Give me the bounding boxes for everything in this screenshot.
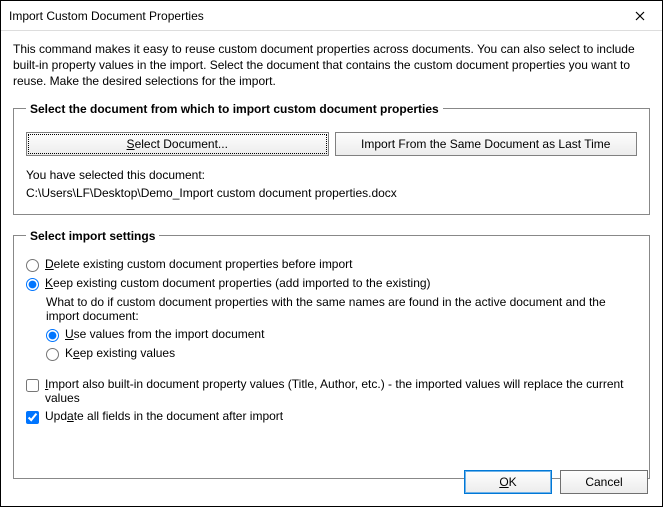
radio-use-import-values[interactable]: Use values from the import document bbox=[46, 327, 637, 342]
radio-keep-existing-input[interactable] bbox=[26, 278, 39, 291]
select-document-button[interactable]: Select Document... bbox=[26, 132, 329, 156]
intro-text: This command makes it easy to reuse cust… bbox=[13, 41, 650, 90]
import-same-document-button[interactable]: Import From the Same Document as Last Ti… bbox=[335, 132, 638, 156]
import-same-document-label: Import From the Same Document as Last Ti… bbox=[361, 137, 610, 151]
radio-use-import-values-input[interactable] bbox=[46, 329, 59, 342]
sub-question-text: What to do if custom document properties… bbox=[46, 295, 637, 323]
checkbox-import-builtin-input[interactable] bbox=[26, 379, 39, 392]
ok-button[interactable]: OK bbox=[464, 470, 552, 494]
checkbox-import-builtin[interactable]: Import also built-in document property v… bbox=[26, 377, 637, 405]
select-document-label: Select Document... bbox=[127, 137, 228, 151]
radio-keep-existing-values[interactable]: Keep existing values bbox=[46, 346, 637, 361]
titlebar: Import Custom Document Properties bbox=[1, 1, 662, 31]
close-icon bbox=[635, 11, 645, 21]
group-select-document: Select the document from which to import… bbox=[13, 102, 650, 215]
group-import-settings: Select import settings Delete existing c… bbox=[13, 229, 650, 479]
selected-document-path: C:\Users\LF\Desktop\Demo_Import custom d… bbox=[26, 184, 637, 202]
checkbox-update-fields[interactable]: Update all fields in the document after … bbox=[26, 409, 637, 424]
window-title: Import Custom Document Properties bbox=[9, 9, 618, 23]
radio-delete-existing[interactable]: Delete existing custom document properti… bbox=[26, 257, 637, 272]
selected-document-prefix: You have selected this document: bbox=[26, 166, 637, 184]
checkbox-update-fields-input[interactable] bbox=[26, 411, 39, 424]
group-select-document-legend: Select the document from which to import… bbox=[26, 102, 443, 116]
radio-keep-existing-values-input[interactable] bbox=[46, 348, 59, 361]
cancel-button[interactable]: Cancel bbox=[560, 470, 648, 494]
radio-keep-existing[interactable]: Keep existing custom document properties… bbox=[26, 276, 637, 291]
group-import-settings-legend: Select import settings bbox=[26, 229, 159, 243]
close-button[interactable] bbox=[618, 1, 662, 31]
radio-delete-existing-input[interactable] bbox=[26, 259, 39, 272]
